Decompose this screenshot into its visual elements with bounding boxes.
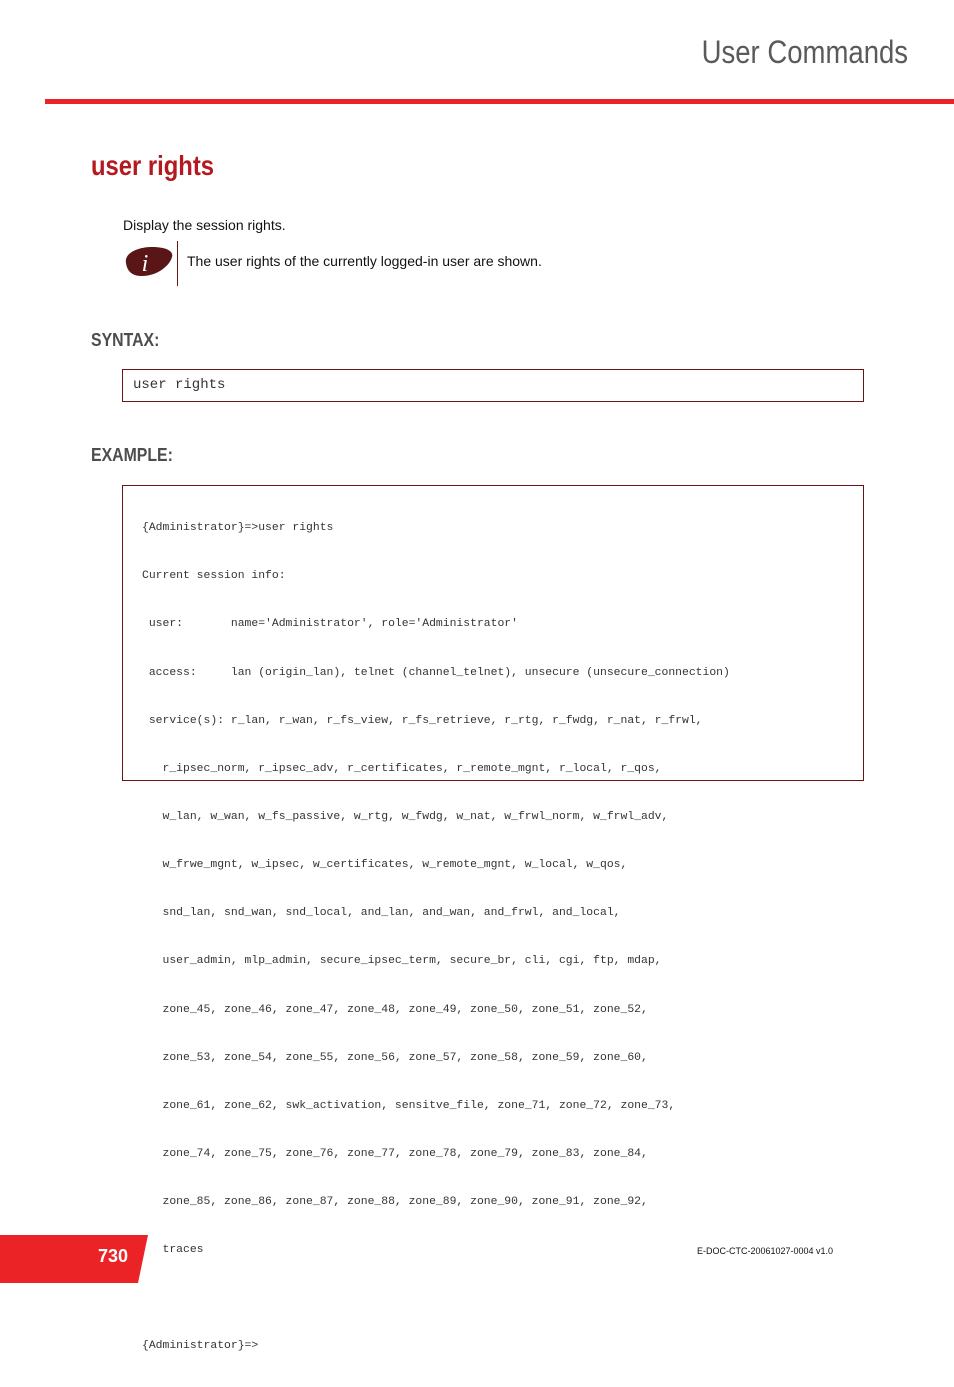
example-line: zone_53, zone_54, zone_55, zone_56, zone…	[142, 1051, 648, 1064]
example-line: user: name='Administrator', role='Admini…	[142, 618, 518, 631]
example-line: zone_61, zone_62, swk_activation, sensit…	[142, 1099, 676, 1112]
example-line: service(s): r_lan, r_wan, r_fs_view, r_f…	[142, 714, 703, 727]
example-line: {Administrator}=>	[142, 1340, 259, 1353]
svg-text:i: i	[142, 251, 149, 277]
page-number: 730	[98, 1246, 129, 1266]
example-line: w_lan, w_wan, w_fs_passive, w_rtg, w_fwd…	[142, 810, 669, 823]
example-code-box: {Administrator}=>user rights Current ses…	[122, 485, 864, 1352]
note-divider	[177, 241, 178, 286]
example-line: Current session info:	[142, 570, 286, 583]
syntax-heading: SYNTAX:	[91, 330, 160, 350]
example-line: access: lan (origin_lan), telnet (channe…	[142, 666, 730, 679]
example-line	[142, 1290, 730, 1306]
chapter-title: User Commands	[701, 34, 908, 70]
syntax-code-box: user rights	[122, 369, 864, 402]
example-line: user_admin, mlp_admin, secure_ipsec_term…	[142, 955, 662, 968]
page-title: user rights	[91, 150, 214, 181]
example-line: snd_lan, snd_wan, snd_local, and_lan, an…	[142, 907, 621, 920]
example-line: zone_45, zone_46, zone_47, zone_48, zone…	[142, 1003, 648, 1016]
info-note: i The user rights of the currently logge…	[122, 241, 722, 286]
note-text: The user rights of the currently logged-…	[187, 253, 542, 269]
example-code: {Administrator}=>user rights Current ses…	[142, 488, 730, 1387]
document-id: E-DOC-CTC-20061027-0004 v1.0	[697, 1246, 834, 1256]
command-description: Display the session rights.	[123, 217, 286, 233]
example-line: r_ipsec_norm, r_ipsec_adv, r_certificate…	[142, 762, 662, 775]
syntax-code: user rights	[133, 377, 226, 393]
example-line: zone_74, zone_75, zone_76, zone_77, zone…	[142, 1147, 648, 1160]
example-line: traces	[142, 1244, 204, 1257]
example-heading: EXAMPLE:	[91, 445, 173, 465]
info-icon: i	[125, 247, 173, 277]
example-line: {Administrator}=>user rights	[142, 522, 334, 535]
header-divider	[45, 99, 954, 104]
example-line: zone_85, zone_86, zone_87, zone_88, zone…	[142, 1196, 648, 1209]
example-line: w_frwe_mgnt, w_ipsec, w_certificates, w_…	[142, 859, 628, 872]
